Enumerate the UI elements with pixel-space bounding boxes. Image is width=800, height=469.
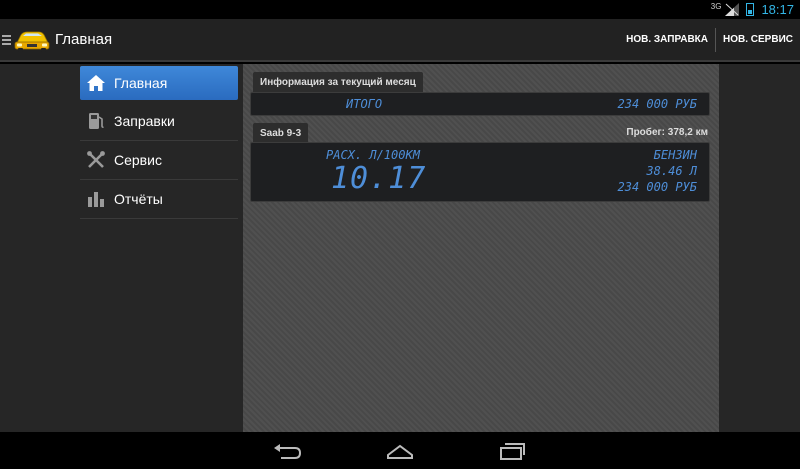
fuel-cost: 234 000 РУБ (617, 180, 697, 194)
sidebar-item-label: Главная (114, 75, 168, 91)
total-label: ИТОГО (346, 97, 383, 111)
home-up-button[interactable]: Главная (0, 19, 112, 60)
sidebar-item-label: Отчёты (114, 191, 163, 207)
bar-chart-icon (86, 189, 106, 209)
content-panel: Информация за текущий месяц ИТОГО 234 00… (243, 64, 719, 432)
recents-button[interactable] (495, 440, 529, 462)
car-summary-card[interactable]: РАСХ. Л/100КМ 10.17 БЕНЗИН 38.46 Л 234 0… (250, 142, 710, 202)
fuel-volume: 38.46 Л (646, 164, 697, 178)
signal-icon (725, 3, 740, 16)
new-refuel-button[interactable]: НОВ. ЗАПРАВКА (619, 19, 715, 60)
month-info-card[interactable]: ИТОГО 234 000 РУБ (250, 92, 710, 116)
back-icon (274, 443, 302, 459)
home-icon (86, 73, 106, 93)
sidebar-item-reports[interactable]: Отчёты (80, 180, 238, 219)
clock: 18:17 (761, 2, 794, 17)
main-area: Главная Заправки Сервис Отчёты Информаци… (0, 64, 800, 432)
total-value: 234 000 РУБ (617, 97, 697, 111)
fuel-type: БЕНЗИН (653, 148, 697, 162)
consumption-label: РАСХ. Л/100КМ (326, 148, 420, 162)
new-service-button[interactable]: НОВ. СЕРВИС (716, 19, 800, 60)
home-button[interactable] (383, 440, 417, 462)
drawer-menu-icon (2, 34, 11, 45)
action-buttons: НОВ. ЗАПРАВКА НОВ. СЕРВИС (619, 19, 800, 60)
sidebar-item-service[interactable]: Сервис (80, 141, 238, 180)
car-name-tab: Saab 9-3 (253, 123, 309, 143)
fuel-pump-icon (86, 111, 106, 131)
page-title: Главная (55, 31, 113, 48)
battery-icon (746, 3, 755, 16)
back-button[interactable] (271, 440, 305, 462)
car-logo-icon (14, 31, 50, 52)
sidebar-item-label: Сервис (114, 152, 162, 168)
home-nav-icon (387, 444, 413, 459)
consumption-value: 10.17 (331, 161, 427, 196)
action-bar: Главная НОВ. ЗАПРАВКА НОВ. СЕРВИС (0, 19, 800, 62)
sidebar-item-refuels[interactable]: Заправки (80, 102, 238, 141)
system-nav-bar (0, 432, 800, 469)
sidebar-item-home[interactable]: Главная (80, 66, 238, 100)
sidebar-item-label: Заправки (114, 113, 175, 129)
status-bar: 3G 18:17 (0, 0, 800, 19)
tools-icon (86, 150, 106, 170)
mileage-label: Пробег: 378,2 км (626, 127, 708, 138)
recents-icon (500, 442, 525, 460)
network-type: 3G (710, 2, 722, 11)
month-info-header: Информация за текущий месяц (253, 72, 423, 92)
sidebar: Главная Заправки Сервис Отчёты (80, 64, 238, 219)
